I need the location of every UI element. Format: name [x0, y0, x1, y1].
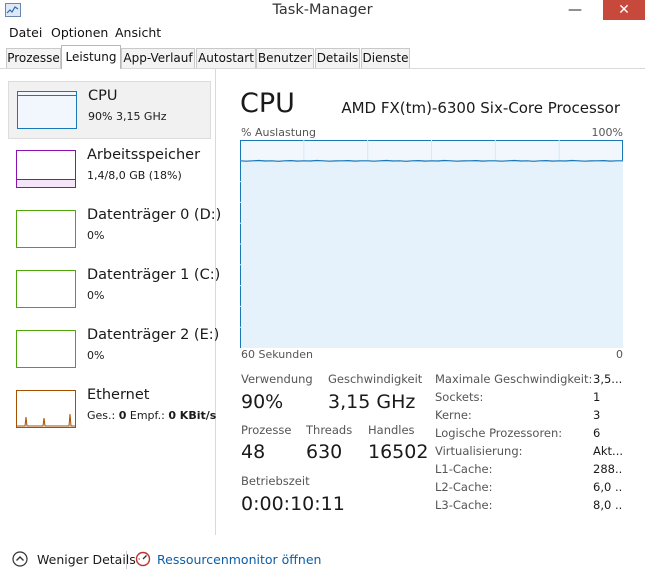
page-title: CPU	[240, 88, 295, 119]
handles-value: 16502	[368, 441, 429, 463]
sidebar-item-label: Arbeitsspeicher	[87, 147, 201, 163]
footer-bar: Weniger Details Ressourcenmonitor öffnen	[0, 537, 645, 573]
detail-label: Sockets:	[435, 390, 484, 404]
speed-value: 3,15 GHz	[328, 391, 416, 413]
sidebar-item-datentraeger-1[interactable]: Datenträger 1 (C:) 0%	[8, 261, 220, 319]
usage-label: Verwendung	[241, 372, 313, 386]
detail-label: Virtualisierung:	[435, 444, 523, 458]
tab-dienste[interactable]: Dienste	[361, 48, 410, 68]
footer-divider	[126, 551, 127, 569]
tab-app-verlauf[interactable]: App-Verlauf	[121, 48, 195, 68]
sidebar-item-datentraeger-2[interactable]: Datenträger 2 (E:) 0%	[8, 321, 219, 379]
cpu-thumbnail-graph	[17, 91, 77, 129]
usage-area	[241, 160, 623, 348]
sidebar-item-value: 0%	[87, 289, 105, 302]
graph-x-label: 60 Sekunden	[241, 348, 313, 361]
sidebar-item-label: Ethernet	[87, 387, 150, 403]
usage-value: 90%	[241, 391, 284, 413]
ethernet-send-label: Ges.:	[87, 409, 119, 422]
disk-0-thumbnail-graph	[16, 210, 76, 248]
detail-value: 6,0 ...	[593, 480, 623, 494]
disk-2-thumbnail-graph	[16, 330, 76, 368]
tab-prozesse[interactable]: Prozesse	[6, 48, 61, 68]
sidebar-item-datentraeger-0[interactable]: Datenträger 0 (D:) 0%	[8, 201, 221, 259]
menu-bar: Datei Optionen Ansicht	[0, 22, 645, 44]
sidebar-item-cpu[interactable]: CPU 90% 3,15 GHz	[8, 81, 211, 139]
cpu-detail-panel: CPU AMD FX(tm)-6300 Six-Core Processor %…	[216, 69, 645, 535]
memory-thumbnail-graph	[16, 150, 76, 188]
collapse-chevron-icon[interactable]	[12, 551, 28, 567]
tab-leistung[interactable]: Leistung	[61, 45, 121, 69]
performance-sidebar: CPU 90% 3,15 GHz Arbeitsspeicher 1,4/8,0…	[0, 69, 221, 535]
uptime-label: Betriebszeit	[241, 474, 310, 488]
detail-value: 3,5...	[593, 372, 623, 386]
sidebar-item-value: 1,4/8,0 GB (18%)	[87, 169, 182, 182]
detail-value: 8,0 ...	[593, 498, 623, 512]
cpu-model-name: AMD FX(tm)-6300 Six-Core Processor	[341, 99, 620, 117]
sidebar-item-label: Datenträger 0 (D:)	[87, 207, 222, 223]
processes-value: 48	[241, 441, 266, 463]
sidebar-item-arbeitsspeicher[interactable]: Arbeitsspeicher 1,4/8,0 GB (18%)	[8, 141, 211, 199]
threads-label: Threads	[306, 423, 353, 437]
title-bar: Task-Manager — ✕	[0, 0, 645, 22]
uptime-value: 0:00:10:11	[241, 493, 345, 515]
graph-x-end: 0	[616, 348, 623, 361]
usage-line	[240, 159, 623, 162]
ethernet-thumbnail-graph	[16, 390, 76, 428]
sidebar-item-value: 0%	[87, 349, 105, 362]
disk-1-thumbnail-graph	[16, 270, 76, 308]
resource-monitor-link[interactable]: Ressourcenmonitor öffnen	[157, 552, 321, 567]
detail-label: L2-Cache:	[435, 480, 493, 494]
window-title: Task-Manager	[272, 2, 373, 18]
detail-label: L3-Cache:	[435, 498, 493, 512]
detail-value: 1	[593, 390, 601, 404]
handles-label: Handles	[368, 423, 415, 437]
detail-label: Logische Prozessoren:	[435, 426, 563, 440]
tab-details[interactable]: Details	[315, 48, 360, 68]
close-button[interactable]: ✕	[603, 0, 645, 20]
detail-label: Kerne:	[435, 408, 472, 422]
sidebar-item-label: Datenträger 1 (C:)	[87, 267, 221, 283]
sidebar-item-value: Ges.: 0 Empf.: 0 KBit/s	[87, 409, 216, 422]
threads-value: 630	[306, 441, 343, 463]
tab-benutzer[interactable]: Benutzer	[256, 48, 314, 68]
speed-label: Geschwindigkeit	[328, 372, 423, 386]
menu-datei[interactable]: Datei	[9, 25, 42, 40]
sidebar-item-ethernet[interactable]: Ethernet Ges.: 0 Empf.: 0 KBit/s	[8, 381, 216, 439]
processes-label: Prozesse	[241, 423, 292, 437]
menu-ansicht[interactable]: Ansicht	[115, 25, 161, 40]
resource-monitor-icon[interactable]	[135, 551, 151, 567]
graph-y-max: 100%	[591, 126, 623, 139]
minimize-button[interactable]: —	[560, 0, 590, 20]
tab-bar: Prozesse Leistung App-Verlauf Autostart …	[0, 44, 645, 69]
detail-value: Akt...	[593, 444, 623, 458]
sidebar-item-value: 90% 3,15 GHz	[88, 110, 167, 123]
ethernet-receive-value: 0 KBit/s	[168, 409, 217, 422]
sidebar-item-label: CPU	[88, 88, 118, 104]
detail-label: L1-Cache:	[435, 462, 493, 476]
sidebar-item-label: Datenträger 2 (E:)	[87, 327, 220, 343]
graph-y-label: % Auslastung	[241, 126, 316, 139]
tab-autostart[interactable]: Autostart	[196, 48, 256, 68]
detail-value: 6	[593, 426, 601, 440]
ethernet-receive-label: Empf.:	[129, 409, 169, 422]
ethernet-send-value: 0	[118, 409, 127, 422]
detail-label: Maximale Geschwindigkeit:	[435, 372, 593, 386]
menu-optionen[interactable]: Optionen	[51, 25, 108, 40]
detail-value: 288...	[593, 462, 623, 476]
fewer-details-link[interactable]: Weniger Details	[37, 552, 136, 567]
sidebar-item-value: 0%	[87, 229, 105, 242]
detail-value: 3	[593, 408, 601, 422]
